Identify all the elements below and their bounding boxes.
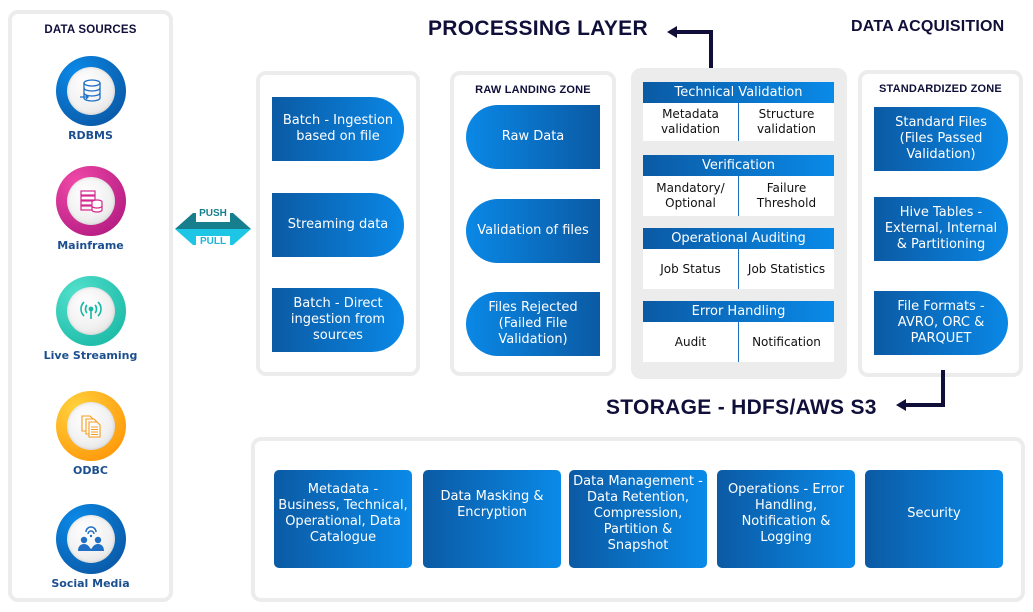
security-tile[interactable]: Security <box>865 470 1003 568</box>
people-wifi-icon <box>66 515 115 563</box>
standardized-zone-title: STANDARDIZED ZONE <box>879 83 1002 95</box>
card-cell: Audit <box>674 334 707 349</box>
operational-auditing-card: Operational Auditing Job Status Job Stat… <box>643 228 834 289</box>
storage-arrow <box>893 370 949 415</box>
pull-label: PULL <box>199 236 227 247</box>
card-cell: Failure Threshold <box>738 176 834 216</box>
source-label: Mainframe <box>57 239 124 252</box>
source-ring <box>55 276 126 346</box>
source-ring <box>55 504 126 574</box>
processing-layer-panel: Technical Validation Metadata validation… <box>631 68 847 379</box>
metadata-tile[interactable]: Metadata - Business, Technical, Operatio… <box>274 470 412 568</box>
tile-label: Metadata - Business, Technical, Operatio… <box>278 482 408 545</box>
data-masking-tile[interactable]: Data Masking & Encryption <box>423 470 561 568</box>
source-ring <box>55 56 126 126</box>
ingestion-panel: Batch - Ingestion based on file Streamin… <box>256 71 420 376</box>
card-cell: Structure validation <box>738 103 834 141</box>
data-sources-panel: DATA SOURCES RDBMS Mainframe Live Stream… <box>8 10 173 602</box>
source-odbc[interactable]: ODBC <box>12 391 169 477</box>
card-header: Verification <box>643 155 834 176</box>
card-header: Operational Auditing <box>643 228 834 249</box>
ingestion-item[interactable]: Batch - Direct ingestion from sources <box>272 288 404 352</box>
ingestion-item[interactable]: Batch - Ingestion based on file <box>272 97 404 161</box>
data-sources-title: DATA SOURCES <box>44 24 137 36</box>
processing-arrow <box>665 25 715 70</box>
error-handling-card: Error Handling Audit Notification <box>643 301 834 362</box>
card-cell: Metadata validation <box>660 107 721 136</box>
ingestion-item[interactable]: Streaming data <box>272 193 404 257</box>
raw-landing-zone-title: RAW LANDING ZONE <box>475 84 591 96</box>
standardized-zone-item[interactable]: Hive Tables - External, Internal & Parti… <box>874 197 1008 261</box>
source-social-media[interactable]: Social Media <box>12 504 169 590</box>
source-label: Social Media <box>51 577 130 590</box>
operations-tile[interactable]: Operations - Error Handling, Notificatio… <box>717 470 855 568</box>
source-ring <box>55 166 126 236</box>
card-cell: Mandatory/ Optional <box>656 181 725 210</box>
tile-label: Data Management - Data Retention, Compre… <box>573 474 703 553</box>
source-ring <box>55 391 126 461</box>
server-database-icon <box>66 177 115 225</box>
card-cell: Notification <box>738 322 834 362</box>
push-label: PUSH <box>199 208 227 219</box>
card-header: Error Handling <box>643 301 834 322</box>
raw-zone-item[interactable]: Files Rejected (Failed File Validation) <box>466 292 600 356</box>
card-cell: Job Status <box>660 261 721 276</box>
card-cell: Job Statistics <box>738 249 834 289</box>
source-rdbms[interactable]: RDBMS <box>12 56 169 142</box>
technical-validation-card: Technical Validation Metadata validation… <box>643 82 834 141</box>
push-pull-arrow: PUSH PULL <box>175 205 251 253</box>
processing-layer-title: PROCESSING LAYER <box>428 17 648 40</box>
data-acquisition-title: DATA ACQUISITION <box>851 18 1005 35</box>
card-header: Technical Validation <box>643 82 834 103</box>
verification-card: Verification Mandatory/ Optional Failure… <box>643 155 834 216</box>
data-management-tile[interactable]: Data Management - Data Retention, Compre… <box>569 470 707 568</box>
standardized-zone-panel: STANDARDIZED ZONE Standard Files (Files … <box>858 70 1023 377</box>
raw-zone-item[interactable]: Validation of files <box>466 199 600 263</box>
raw-landing-zone-panel: RAW LANDING ZONE Raw Data Validation of … <box>450 71 616 376</box>
broadcast-antenna-icon <box>66 287 115 335</box>
standardized-zone-item[interactable]: Standard Files (Files Passed Validation) <box>874 107 1008 171</box>
documents-icon <box>66 402 115 450</box>
standardized-zone-item[interactable]: File Formats - AVRO, ORC & PARQUET <box>874 291 1008 355</box>
raw-zone-item[interactable]: Raw Data <box>466 105 600 169</box>
tile-label: Data Masking & Encryption <box>440 489 544 520</box>
tile-label: Security <box>907 506 961 521</box>
tile-label: Operations - Error Handling, Notificatio… <box>727 482 845 545</box>
source-label: ODBC <box>73 464 108 477</box>
source-live-streaming[interactable]: Live Streaming <box>12 276 169 362</box>
source-mainframe[interactable]: Mainframe <box>12 166 169 252</box>
storage-title: STORAGE - HDFS/AWS S3 <box>606 396 877 419</box>
database-import-icon <box>66 67 115 115</box>
source-label: Live Streaming <box>43 349 138 362</box>
source-label: RDBMS <box>68 129 113 142</box>
